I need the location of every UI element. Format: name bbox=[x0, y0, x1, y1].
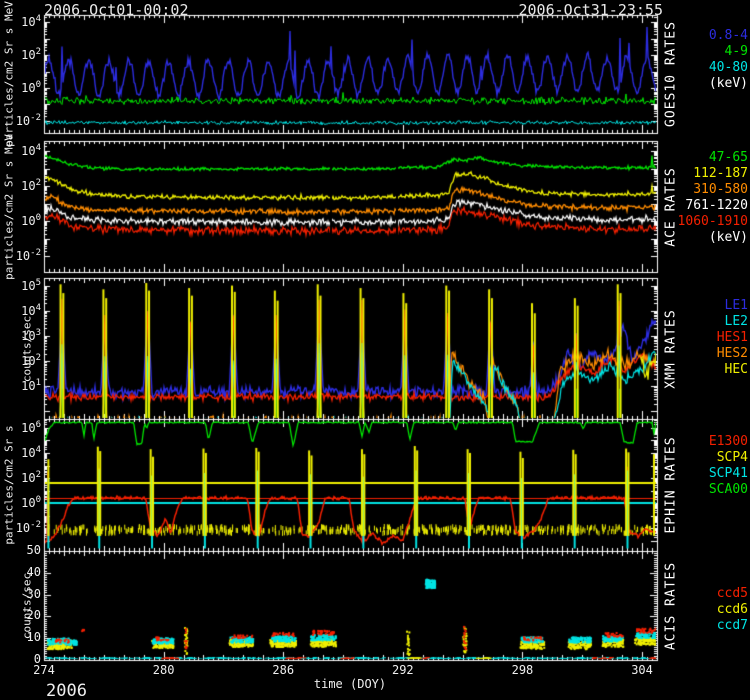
y-tick-label-goes10: 104 bbox=[21, 14, 41, 29]
y-tick-label-xmm: 105 bbox=[21, 278, 41, 293]
y-tick-label-ephin: 106 bbox=[21, 420, 41, 435]
legend-goes10--kev-: (keV) bbox=[709, 76, 748, 91]
panel-title-ace: ACE RATES bbox=[664, 167, 679, 246]
x-axis-label: time (DOY) bbox=[314, 677, 386, 691]
y-tick-label-ephin: 102 bbox=[21, 470, 41, 485]
y-axis-label-xmm: counts/sec bbox=[21, 315, 34, 381]
x-tick-label: 274 bbox=[33, 663, 55, 677]
year-label: 2006 bbox=[46, 681, 87, 700]
y-axis-label-ephin: particles/cm2 Sr s bbox=[3, 425, 16, 544]
legend-xmm-le1: LE1 bbox=[725, 298, 748, 313]
legend-ephin-sca00: SCA00 bbox=[709, 482, 748, 497]
panel-title-acis: ACIS RATES bbox=[664, 561, 679, 649]
legend-xmm-hec: HEC bbox=[725, 362, 748, 377]
panel-title-ephin: EPHIN RATES bbox=[664, 436, 679, 533]
panel-title-goes10: GOES10 RATES bbox=[664, 21, 679, 127]
y-tick-label-goes10: 100 bbox=[21, 80, 41, 95]
x-tick-label: 298 bbox=[512, 663, 534, 677]
legend-ace-1060-1910: 1060-1910 bbox=[678, 214, 748, 229]
y-tick-label-ace: 100 bbox=[21, 213, 41, 228]
y-axis-label-ace: particles/cm2 Sr s MeV bbox=[3, 134, 16, 280]
legend-ephin-scp41: SCP41 bbox=[709, 466, 748, 481]
screenshot-root: 2006-Oct01-00:02 2006-Oct31-23:55 time (… bbox=[0, 0, 750, 700]
y-tick-label-goes10: 102 bbox=[21, 47, 41, 62]
plot-canvas bbox=[0, 0, 750, 700]
legend-ace-112-187: 112-187 bbox=[693, 166, 748, 181]
end-datetime: 2006-Oct31-23:55 bbox=[519, 1, 664, 19]
legend-acis-ccd6: ccd6 bbox=[717, 602, 748, 617]
x-tick-label: 292 bbox=[392, 663, 414, 677]
start-datetime: 2006-Oct01-00:02 bbox=[44, 1, 189, 19]
y-tick-label-ace: 102 bbox=[21, 178, 41, 193]
legend-xmm-hes2: HES2 bbox=[717, 346, 748, 361]
panel-title-xmm: XMM RATES bbox=[664, 309, 679, 388]
legend-xmm-le2: LE2 bbox=[725, 314, 748, 329]
legend-goes10-40-80: 40-80 bbox=[709, 60, 748, 75]
legend-acis-ccd7: ccd7 bbox=[717, 618, 748, 633]
legend-ephin-e1300: E1300 bbox=[709, 434, 748, 449]
legend-goes10-0-8-4: 0.8-4 bbox=[709, 28, 748, 43]
legend-ace-761-1220: 761-1220 bbox=[685, 198, 748, 213]
y-tick-label-acis: 50 bbox=[27, 543, 41, 557]
legend-ace--kev-: (keV) bbox=[709, 230, 748, 245]
legend-ace-310-580: 310-580 bbox=[693, 182, 748, 197]
y-tick-label-ace: 104 bbox=[21, 143, 41, 158]
legend-xmm-hes1: HES1 bbox=[717, 330, 748, 345]
y-tick-label-ace: 10-2 bbox=[16, 248, 41, 263]
x-tick-label: 280 bbox=[153, 663, 175, 677]
x-tick-label: 286 bbox=[272, 663, 294, 677]
y-axis-label-acis: counts/sec bbox=[21, 572, 34, 638]
y-tick-label-ephin: 104 bbox=[21, 445, 41, 460]
y-tick-label-ephin: 100 bbox=[21, 495, 41, 510]
legend-ace-47-65: 47-65 bbox=[709, 150, 748, 165]
legend-goes10-4-9: 4-9 bbox=[725, 44, 748, 59]
legend-ephin-scp4: SCP4 bbox=[717, 450, 748, 465]
x-tick-label: 304 bbox=[631, 663, 653, 677]
y-tick-label-goes10: 10-2 bbox=[16, 113, 41, 128]
y-tick-label-ephin: 10-2 bbox=[16, 520, 41, 535]
y-axis-label-goes10: particles/cm2 Sr s MeV bbox=[3, 1, 16, 147]
legend-acis-ccd5: ccd5 bbox=[717, 586, 748, 601]
